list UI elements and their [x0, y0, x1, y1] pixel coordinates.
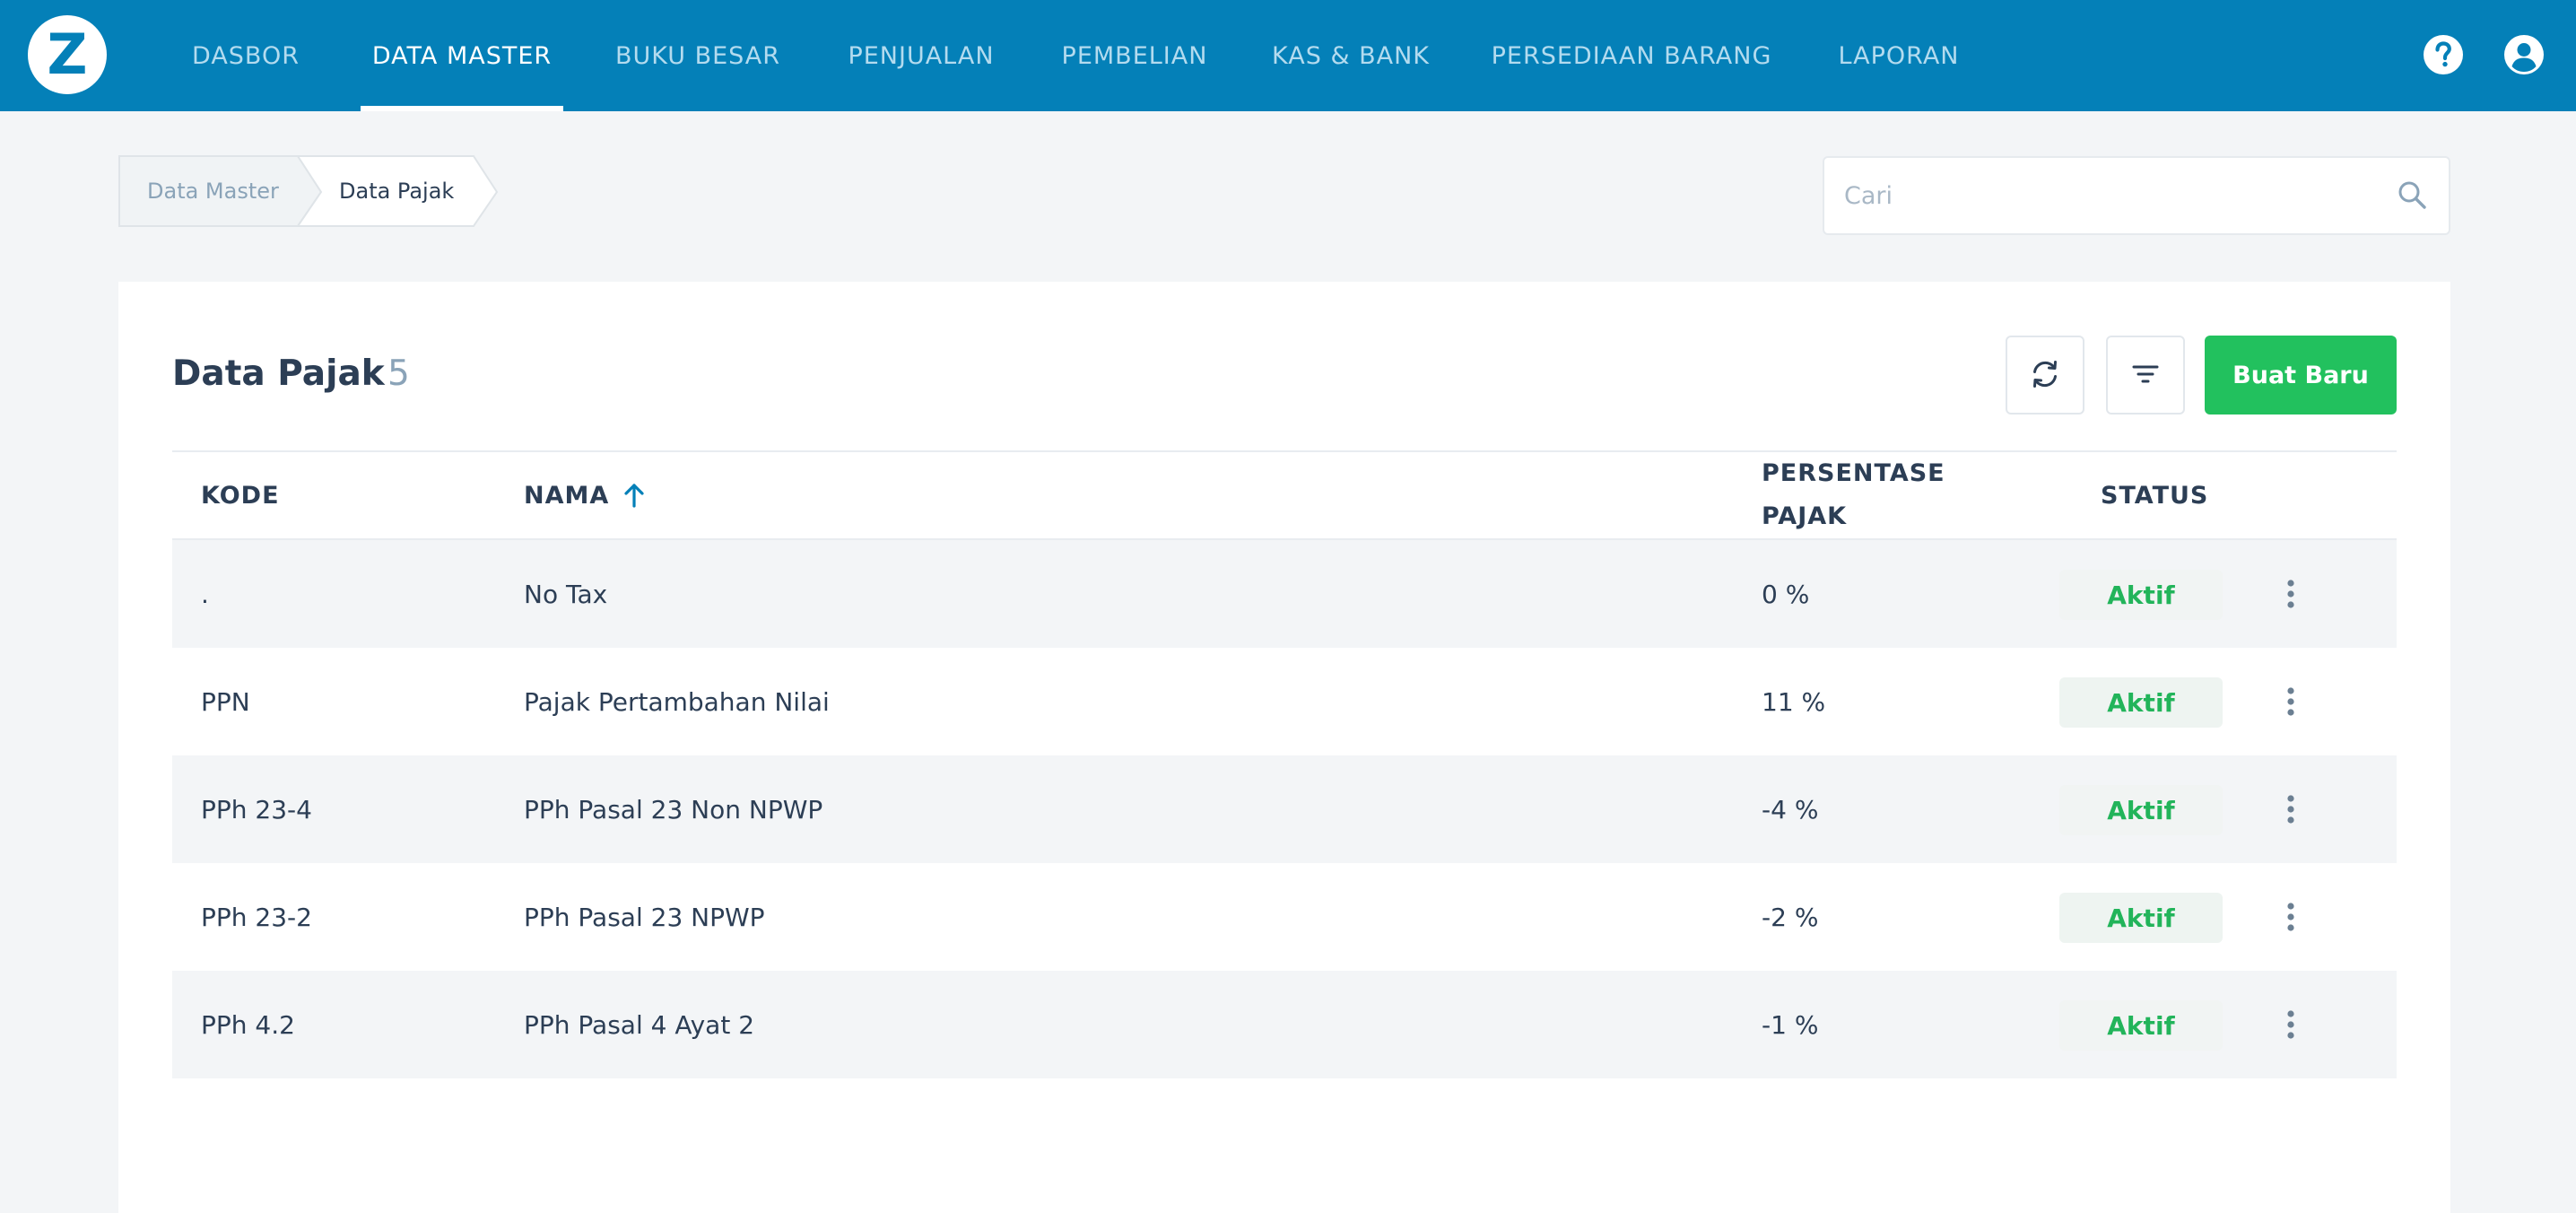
table-row[interactable]: PPh 4.2 PPh Pasal 4 Ayat 2 -1 % Aktif [172, 971, 2397, 1078]
filter-button[interactable] [2106, 336, 2185, 415]
help-icon[interactable] [2422, 33, 2465, 76]
cell-nama: Pajak Pertambahan Nilai [524, 686, 830, 717]
cell-nama: PPh Pasal 23 Non NPWP [524, 794, 823, 825]
more-options-icon[interactable] [2271, 574, 2311, 614]
table-row[interactable]: PPN Pajak Pertambahan Nilai 11 % Aktif [172, 648, 2397, 755]
app-logo[interactable]: Z [28, 15, 107, 94]
breadcrumb-item-data-master[interactable]: Data Master [147, 155, 279, 227]
column-header-label: PAJAK [1762, 502, 1848, 530]
more-options-icon[interactable] [2271, 1005, 2311, 1044]
table-row[interactable]: PPh 23-4 PPh Pasal 23 Non NPWP -4 % Akti… [172, 755, 2397, 863]
search-box [1823, 156, 2450, 235]
nav-item-kas-bank[interactable]: KAS & BANK [1268, 0, 1433, 111]
column-header-label: NAMA [524, 481, 610, 510]
cell-kode: PPh 4.2 [201, 1009, 295, 1040]
tax-table: KODE NAMA PERSENTASE PAJAK STATUS . No T… [172, 450, 2397, 1078]
table-row[interactable]: . No Tax 0 % Aktif [172, 540, 2397, 648]
cell-persentase: -2 % [1762, 902, 1819, 932]
column-header-persentase-pajak[interactable]: PERSENTASE PAJAK [1762, 452, 1945, 538]
filter-icon [2128, 356, 2163, 395]
table-row[interactable]: PPh 23-2 PPh Pasal 23 NPWP -2 % Aktif [172, 863, 2397, 971]
status-badge: Aktif [2059, 893, 2223, 943]
search-input[interactable] [1824, 158, 2380, 233]
tax-data-card: Data Pajak 5 Buat Baru KODE NAMA PERSENT… [118, 282, 2450, 1213]
top-navigation-bar: Z DASBOR DATA MASTER BUKU BESAR PENJUALA… [0, 0, 2576, 111]
logo-letter: Z [47, 22, 88, 87]
column-header-status[interactable]: STATUS [2101, 452, 2208, 538]
record-count: 5 [387, 353, 410, 394]
status-badge: Aktif [2059, 1000, 2223, 1051]
breadcrumb-item-data-pajak: Data Pajak [339, 179, 455, 204]
cell-kode: PPN [201, 686, 250, 717]
status-badge: Aktif [2059, 677, 2223, 728]
nav-item-laporan[interactable]: LAPORAN [1830, 0, 1968, 111]
column-header-label: STATUS [2101, 481, 2209, 510]
nav-item-persediaan-barang[interactable]: PERSEDIAAN BARANG [1489, 0, 1774, 111]
sort-ascending-icon[interactable] [622, 482, 647, 509]
page-title: Data Pajak [172, 353, 385, 394]
status-badge: Aktif [2059, 570, 2223, 620]
cell-kode: PPh 23-2 [201, 902, 312, 932]
status-badge: Aktif [2059, 785, 2223, 835]
search-icon[interactable] [2395, 178, 2431, 214]
cell-persentase: -1 % [1762, 1009, 1819, 1040]
more-options-icon[interactable] [2271, 897, 2311, 937]
nav-item-pembelian[interactable]: PEMBELIAN [1053, 0, 1216, 111]
column-header-label: PERSENTASE [1762, 459, 1945, 487]
refresh-button[interactable] [2006, 336, 2084, 415]
nav-item-buku-besar[interactable]: BUKU BESAR [610, 0, 786, 111]
table-header: KODE NAMA PERSENTASE PAJAK STATUS [172, 450, 2397, 540]
more-options-icon[interactable] [2271, 682, 2311, 721]
cell-persentase: -4 % [1762, 794, 1819, 825]
cell-kode: PPh 23-4 [201, 794, 312, 825]
nav-item-dasbor[interactable]: DASBOR [179, 0, 312, 111]
nav-item-penjualan[interactable]: PENJUALAN [838, 0, 1005, 111]
cell-nama: PPh Pasal 4 Ayat 2 [524, 1009, 755, 1040]
more-options-icon[interactable] [2271, 790, 2311, 829]
cell-nama: No Tax [524, 579, 608, 609]
column-header-kode[interactable]: KODE [201, 452, 280, 538]
cell-persentase: 11 % [1762, 686, 1826, 717]
cell-persentase: 0 % [1762, 579, 1810, 609]
account-icon[interactable] [2502, 33, 2546, 76]
column-header-nama[interactable]: NAMA [524, 452, 647, 538]
refresh-icon [2027, 356, 2063, 395]
cell-nama: PPh Pasal 23 NPWP [524, 902, 765, 932]
cell-kode: . [201, 579, 209, 609]
create-new-button[interactable]: Buat Baru [2205, 336, 2397, 415]
nav-item-data-master[interactable]: DATA MASTER [361, 0, 563, 111]
column-header-label: KODE [201, 481, 280, 510]
